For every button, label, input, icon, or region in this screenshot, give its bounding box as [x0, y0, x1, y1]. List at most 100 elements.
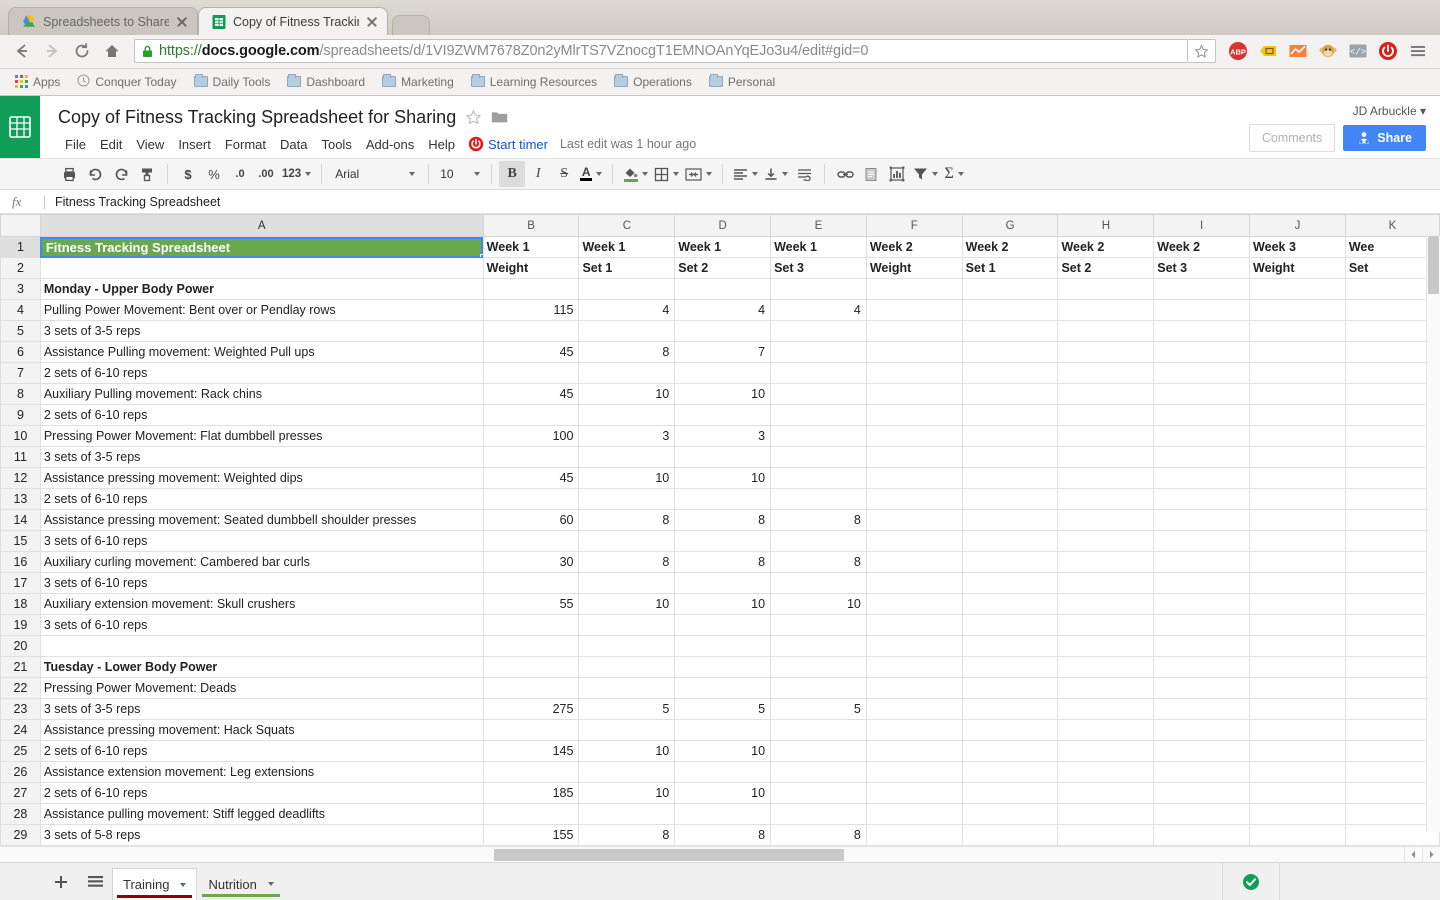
- row-header-8[interactable]: 8: [0, 383, 41, 405]
- cell-H2[interactable]: Set 2: [1057, 257, 1155, 279]
- more-formats-button[interactable]: 123: [279, 161, 314, 187]
- cell-F3[interactable]: [865, 278, 963, 300]
- cell-G25[interactable]: [961, 740, 1059, 762]
- spreadsheet-grid[interactable]: A B C D E F G H I J K 1 Fitness Tracking …: [0, 214, 1440, 846]
- cell-H19[interactable]: [1057, 614, 1155, 636]
- cell-H14[interactable]: [1057, 509, 1155, 531]
- cell-J10[interactable]: [1249, 425, 1346, 447]
- cell-A9[interactable]: 2 sets of 6-10 reps: [39, 404, 484, 426]
- cell-D22[interactable]: [674, 677, 772, 699]
- cell-G22[interactable]: [961, 677, 1059, 699]
- row-header-5[interactable]: 5: [0, 320, 41, 342]
- cell-C6[interactable]: 8: [578, 341, 676, 363]
- menu-add-ons[interactable]: Add-ons: [359, 134, 421, 155]
- star-icon[interactable]: [465, 109, 482, 126]
- column-header-h[interactable]: H: [1057, 214, 1155, 237]
- merge-cells-button[interactable]: [682, 161, 715, 187]
- cell-A8[interactable]: Auxiliary Pulling movement: Rack chins: [39, 383, 484, 405]
- cell-E29[interactable]: 8: [770, 824, 867, 846]
- cell-G27[interactable]: [961, 782, 1059, 804]
- cell-H17[interactable]: [1057, 572, 1155, 594]
- cell-B14[interactable]: 60: [482, 509, 580, 531]
- row-header-26[interactable]: 26: [0, 761, 41, 783]
- cell-B8[interactable]: 45: [482, 383, 580, 405]
- font-size-select[interactable]: 10: [436, 161, 484, 187]
- cell-E9[interactable]: [770, 404, 867, 426]
- cell-J26[interactable]: [1249, 761, 1346, 783]
- cell-A25[interactable]: 2 sets of 6-10 reps: [39, 740, 484, 762]
- cell-B17[interactable]: [482, 572, 580, 594]
- cell-I24[interactable]: [1153, 719, 1251, 741]
- cell-E17[interactable]: [770, 572, 867, 594]
- cell-B6[interactable]: 45: [482, 341, 580, 363]
- cell-I8[interactable]: [1153, 383, 1251, 405]
- cell-C19[interactable]: [578, 614, 676, 636]
- cell-D6[interactable]: 7: [674, 341, 772, 363]
- cell-A16[interactable]: Auxiliary curling movement: Cambered bar…: [39, 551, 484, 573]
- font-family-select[interactable]: Arial: [329, 161, 421, 187]
- cell-E11[interactable]: [770, 446, 867, 468]
- cell-D15[interactable]: [674, 530, 772, 552]
- row-header-14[interactable]: 14: [0, 509, 41, 531]
- row-header-6[interactable]: 6: [0, 341, 41, 363]
- cell-D28[interactable]: [674, 803, 772, 825]
- horizontal-scrollbar[interactable]: [0, 846, 1440, 863]
- row-header-27[interactable]: 27: [0, 782, 41, 804]
- cell-A6[interactable]: Assistance Pulling movement: Weighted Pu…: [39, 341, 484, 363]
- cell-E10[interactable]: [770, 425, 867, 447]
- selection-handle[interactable]: [479, 254, 483, 257]
- cell-G24[interactable]: [961, 719, 1059, 741]
- cell-C20[interactable]: [578, 635, 676, 657]
- cell-D7[interactable]: [674, 362, 772, 384]
- cell-F4[interactable]: [865, 299, 963, 321]
- cell-E22[interactable]: [770, 677, 867, 699]
- cell-D5[interactable]: [674, 320, 772, 342]
- menu-file[interactable]: File: [58, 134, 93, 155]
- cell-F16[interactable]: [865, 551, 963, 573]
- column-header-f[interactable]: F: [865, 214, 963, 237]
- cell-F6[interactable]: [865, 341, 963, 363]
- cell-G15[interactable]: [961, 530, 1059, 552]
- cell-H8[interactable]: [1057, 383, 1155, 405]
- add-sheet-button[interactable]: [44, 863, 78, 900]
- cell-D9[interactable]: [674, 404, 772, 426]
- cell-E13[interactable]: [770, 488, 867, 510]
- cell-J4[interactable]: [1249, 299, 1346, 321]
- cell-H12[interactable]: [1057, 467, 1155, 489]
- row-header-12[interactable]: 12: [0, 467, 41, 489]
- cell-J29[interactable]: [1249, 824, 1346, 846]
- vertical-scrollbar[interactable]: [1426, 236, 1440, 832]
- close-icon[interactable]: [365, 15, 379, 29]
- horizontal-align-button[interactable]: [730, 161, 761, 187]
- cell-G16[interactable]: [961, 551, 1059, 573]
- cell-F7[interactable]: [865, 362, 963, 384]
- cell-A27[interactable]: 2 sets of 6-10 reps: [39, 782, 484, 804]
- cell-I7[interactable]: [1153, 362, 1251, 384]
- vertical-scrollbar-thumb[interactable]: [1428, 236, 1439, 294]
- cell-F15[interactable]: [865, 530, 963, 552]
- start-timer-button[interactable]: Start timer: [468, 136, 548, 152]
- cell-D3[interactable]: [674, 278, 772, 300]
- cell-I14[interactable]: [1153, 509, 1251, 531]
- row-header-20[interactable]: 20: [0, 635, 41, 657]
- cell-E1[interactable]: Week 1: [770, 236, 867, 258]
- cell-G28[interactable]: [961, 803, 1059, 825]
- cell-B5[interactable]: [482, 320, 580, 342]
- cell-A18[interactable]: Auxiliary extension movement: Skull crus…: [39, 593, 484, 615]
- cell-B9[interactable]: [482, 404, 580, 426]
- cell-F1[interactable]: Week 2: [865, 236, 963, 258]
- cell-H27[interactable]: [1057, 782, 1155, 804]
- cell-J18[interactable]: [1249, 593, 1346, 615]
- cell-D26[interactable]: [674, 761, 772, 783]
- cell-E7[interactable]: [770, 362, 867, 384]
- cell-C25[interactable]: 10: [578, 740, 676, 762]
- cell-C13[interactable]: [578, 488, 676, 510]
- cell-A22[interactable]: Pressing Power Movement: Deads: [39, 677, 484, 699]
- cell-B25[interactable]: 145: [482, 740, 580, 762]
- row-header-21[interactable]: 21: [0, 656, 41, 678]
- cell-F9[interactable]: [865, 404, 963, 426]
- scroll-left-icon[interactable]: [1404, 846, 1422, 863]
- column-header-d[interactable]: D: [674, 214, 772, 237]
- cell-I20[interactable]: [1153, 635, 1251, 657]
- row-header-13[interactable]: 13: [0, 488, 41, 510]
